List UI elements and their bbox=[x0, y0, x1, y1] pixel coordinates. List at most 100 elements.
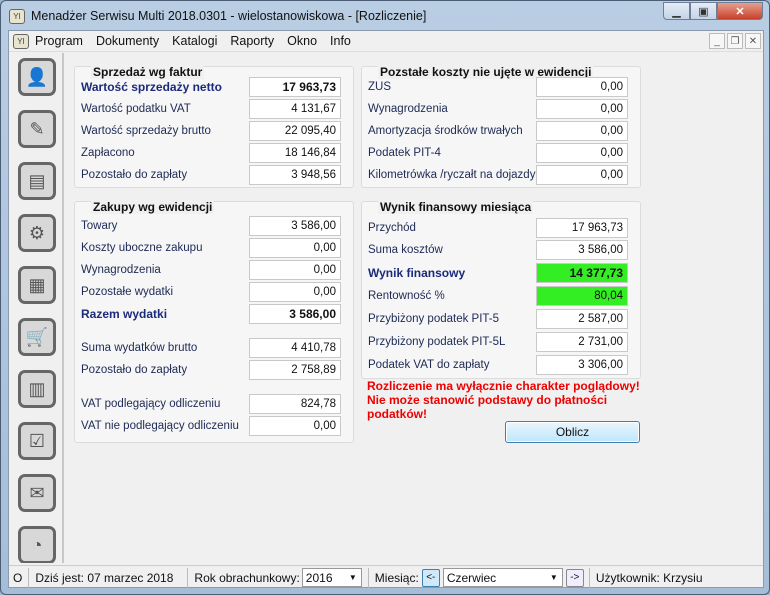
side-toolbar: 👤 ✎ ▤ ⚙ ▦ 🛒 ▥ ☑ ✉ ◔ bbox=[9, 53, 64, 563]
field-label: Pozostało do zapłaty bbox=[81, 169, 188, 181]
field-value[interactable]: 18 146,84 bbox=[249, 143, 341, 163]
status-bar: O Dziś jest: 07 marzec 2018 Rok obrachun… bbox=[9, 565, 763, 589]
field-value[interactable]: 4 410,78 bbox=[249, 338, 341, 358]
menu-dokumenty[interactable]: Dokumenty bbox=[96, 34, 159, 48]
close-button[interactable]: ✕ bbox=[717, 2, 763, 20]
field-value[interactable]: 0,00 bbox=[249, 416, 341, 436]
next-month-button[interactable]: -> bbox=[565, 568, 584, 587]
purchases-title: Zakupy wg ewidencji bbox=[91, 200, 215, 214]
form-row: Wynagrodzenia 0,00 bbox=[368, 99, 628, 119]
field-value[interactable]: 0,00 bbox=[249, 282, 341, 302]
form-row: ZUS 0,00 bbox=[368, 77, 628, 97]
client-icon[interactable]: 👤 bbox=[18, 58, 56, 96]
chevron-down-icon: ▼ bbox=[549, 573, 558, 582]
field-label: Przybiżony podatek PIT-5 bbox=[368, 313, 500, 325]
field-value[interactable]: 80,04 bbox=[536, 286, 628, 306]
form-row: Towary 3 586,00 bbox=[81, 216, 341, 236]
child-restore-button[interactable]: ❐ bbox=[727, 33, 743, 49]
field-value[interactable]: 824,78 bbox=[249, 394, 341, 414]
field-label: Podatek VAT do zapłaty bbox=[368, 359, 490, 371]
field-value[interactable]: 22 095,40 bbox=[249, 121, 341, 141]
field-value[interactable]: 3 948,56 bbox=[249, 165, 341, 185]
month-select[interactable]: Czerwiec ▼ bbox=[442, 568, 563, 587]
field-label: ZUS bbox=[368, 81, 391, 93]
pie-chart-icon[interactable]: ◔ bbox=[18, 526, 56, 563]
maximize-button[interactable]: ▣ bbox=[690, 2, 717, 20]
form-row: Pozostało do zapłaty 3 948,56 bbox=[81, 165, 341, 185]
year-select[interactable]: 2016 ▼ bbox=[301, 568, 362, 587]
menu-program[interactable]: Program bbox=[35, 34, 83, 48]
field-value[interactable]: 17 963,73 bbox=[249, 77, 341, 97]
field-value[interactable]: 3 586,00 bbox=[249, 304, 341, 324]
form-row: Kilometrówka /ryczałt na dojazdy 0,00 bbox=[368, 165, 628, 185]
status-indicator: O bbox=[13, 570, 23, 585]
field-label: Rentowność % bbox=[368, 290, 445, 302]
form-row: Przychód 17 963,73 bbox=[368, 218, 628, 238]
warning-text: Rozliczenie ma wyłącznie charakter poglą… bbox=[367, 379, 657, 421]
field-value[interactable]: 3 586,00 bbox=[249, 216, 341, 236]
child-close-button[interactable]: ✕ bbox=[745, 33, 761, 49]
menu-katalogi[interactable]: Katalogi bbox=[172, 34, 217, 48]
child-minimize-button[interactable]: _ bbox=[709, 33, 725, 49]
form-row: VAT nie podlegający odliczeniu 0,00 bbox=[81, 416, 341, 436]
field-value[interactable]: 4 131,67 bbox=[249, 99, 341, 119]
form-row: Razem wydatki 3 586,00 bbox=[81, 304, 341, 324]
field-label: Podatek PIT-4 bbox=[368, 147, 441, 159]
field-value[interactable]: 0,00 bbox=[536, 77, 628, 97]
field-value[interactable]: 2 587,00 bbox=[536, 309, 628, 329]
field-label: Towary bbox=[81, 220, 118, 232]
document-icon[interactable]: ▤ bbox=[18, 162, 56, 200]
field-value[interactable]: 3 586,00 bbox=[536, 240, 628, 260]
vat-invoice-icon[interactable]: ✎ bbox=[18, 110, 56, 148]
menu-okno[interactable]: Okno bbox=[287, 34, 317, 48]
form-row: Wynagrodzenia 0,00 bbox=[81, 260, 341, 280]
field-value[interactable]: 0,00 bbox=[249, 260, 341, 280]
field-label: Kilometrówka /ryczałt na dojazdy bbox=[368, 169, 536, 181]
field-value[interactable]: 0,00 bbox=[536, 143, 628, 163]
field-value[interactable]: 2 731,00 bbox=[536, 332, 628, 352]
sales-panel: Sprzedaż wg faktur Wartość sprzedaży net… bbox=[74, 65, 354, 188]
form-row: Wartość sprzedaży brutto 22 095,40 bbox=[81, 121, 341, 141]
prev-month-button[interactable]: <- bbox=[421, 568, 440, 587]
form-row: Amortyzacja środków trwałych 0,00 bbox=[368, 121, 628, 141]
service-settings-icon[interactable]: ⚙ bbox=[18, 214, 56, 252]
menu-info[interactable]: Info bbox=[330, 34, 351, 48]
field-label: Wynagrodzenia bbox=[368, 103, 448, 115]
menu-bar: YI Program Dokumenty Katalogi Raporty Ok… bbox=[9, 31, 763, 52]
minimize-button[interactable]: ▁ bbox=[663, 2, 690, 20]
field-value[interactable]: 17 963,73 bbox=[536, 218, 628, 238]
form-row: Przybiżony podatek PIT-5L 2 731,00 bbox=[368, 332, 628, 352]
field-label: Suma wydatków brutto bbox=[81, 342, 198, 354]
calculate-button[interactable]: Oblicz bbox=[505, 421, 640, 443]
menu-raporty[interactable]: Raporty bbox=[230, 34, 274, 48]
warehouse-icon[interactable]: ▦ bbox=[18, 266, 56, 304]
today-date: Dziś jest: 07 marzec 2018 bbox=[35, 570, 174, 585]
field-value[interactable]: 0,00 bbox=[536, 121, 628, 141]
warning-line: Rozliczenie ma wyłącznie charakter poglą… bbox=[367, 379, 640, 393]
chevron-down-icon: ▼ bbox=[348, 573, 357, 582]
field-label: Wartość sprzedaży netto bbox=[81, 80, 222, 94]
form-row: Suma kosztów 3 586,00 bbox=[368, 240, 628, 260]
month-label: Miesiąc: bbox=[374, 570, 419, 585]
form-row: Koszty uboczne zakupu 0,00 bbox=[81, 238, 341, 258]
field-value[interactable]: 0,00 bbox=[536, 165, 628, 185]
field-label: Wynagrodzenia bbox=[81, 264, 161, 276]
app-icon: YI bbox=[9, 8, 25, 24]
cart-icon[interactable]: 🛒 bbox=[18, 318, 56, 356]
child-app-icon[interactable]: YI bbox=[13, 33, 29, 49]
year-label: Rok obrachunkowy: bbox=[194, 570, 300, 585]
form-row: VAT podlegający odliczeniu 824,78 bbox=[81, 394, 341, 414]
binders-icon[interactable]: ▥ bbox=[18, 370, 56, 408]
field-value[interactable]: 3 306,00 bbox=[536, 355, 628, 375]
form-row: Przybiżony podatek PIT-5 2 587,00 bbox=[368, 309, 628, 329]
warning-line: Nie może stanowić podstawy do płatności bbox=[367, 393, 608, 407]
field-value[interactable]: 14 377,73 bbox=[536, 263, 628, 283]
checklist-icon[interactable]: ☑ bbox=[18, 422, 56, 460]
field-value[interactable]: 2 758,89 bbox=[249, 360, 341, 380]
field-label: Pozostało do zapłaty bbox=[81, 364, 188, 376]
field-value[interactable]: 0,00 bbox=[249, 238, 341, 258]
field-value[interactable]: 0,00 bbox=[536, 99, 628, 119]
field-label: Wartość sprzedaży brutto bbox=[81, 125, 211, 137]
payment-icon[interactable]: ✉ bbox=[18, 474, 56, 512]
form-row: Wynik finansowy 14 377,73 bbox=[368, 263, 628, 283]
